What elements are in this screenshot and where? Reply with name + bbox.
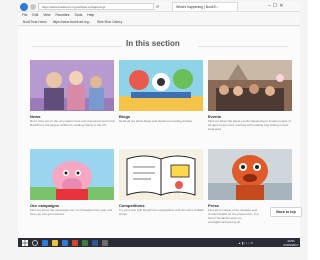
windows-taskbar [18, 238, 300, 247]
events-description: Find out about the latest events happeni… [208, 119, 291, 131]
back-button[interactable] [20, 3, 28, 11]
campaigns-description: Find out about the campaigns we run thro… [30, 208, 113, 216]
browser-tab[interactable]: What's happening | BookTr... [172, 2, 238, 11]
menu-favorites[interactable]: Favorites [55, 13, 69, 17]
events-image[interactable] [208, 60, 292, 111]
our-campaigns-image[interactable] [30, 149, 114, 200]
search-icon[interactable] [32, 240, 38, 246]
screen: https://www.booktrust.org.uk/what-s-happ… [0, 0, 308, 260]
divider [198, 46, 288, 47]
forward-button[interactable] [30, 4, 36, 10]
menu-bar: File Edit View Favorites Tools Help [18, 12, 300, 19]
favorite-link[interactable]: https://www.booktrust.org... [53, 20, 91, 24]
address-bar[interactable]: https://www.booktrust.org.uk/what-s-happ… [38, 3, 154, 10]
menu-file[interactable]: File [22, 13, 27, 17]
windows-start-icon[interactable] [22, 240, 28, 246]
press-description: Find all our latest press releases and c… [208, 208, 259, 224]
divider [32, 46, 122, 47]
internet-explorer-icon[interactable] [62, 240, 68, 246]
system-tray[interactable]: ▲ ◧ ◖ ♪ ✉ [238, 239, 253, 247]
press-image[interactable] [208, 149, 292, 200]
app-icon[interactable] [102, 240, 108, 246]
web-page: In this section News Don't miss out on t… [18, 27, 302, 238]
news-description: Don't miss out on the very latest news a… [30, 119, 116, 127]
favorite-link[interactable]: Web Slice Gallery [97, 20, 122, 24]
blogs-description: Read all our latest blogs and check out … [119, 119, 193, 123]
taskbar-clock[interactable]: 10:51 04/05/2017 [282, 239, 300, 247]
menu-help[interactable]: Help [87, 13, 94, 17]
menu-tools[interactable]: Tools [74, 13, 82, 17]
back-to-top-button[interactable]: Back to top [270, 207, 302, 217]
file-explorer-icon[interactable] [52, 240, 58, 246]
news-image[interactable] [30, 60, 114, 111]
competitions-description: Try your luck with BookTrust competition… [119, 208, 204, 216]
window-controls[interactable]: –☐✕ [268, 2, 285, 10]
clock-date: 04/05/2017 [283, 243, 299, 247]
excel-icon[interactable] [82, 240, 88, 246]
favorites-bar: BookTrust Home https://www.booktrust.org… [18, 19, 300, 26]
word-icon[interactable] [92, 240, 98, 246]
edge-icon[interactable] [42, 240, 48, 246]
refresh-icon[interactable]: ⟳ [156, 3, 159, 10]
menu-edit[interactable]: Edit [32, 13, 38, 17]
section-heading: In this section [126, 39, 180, 48]
menu-view[interactable]: View [43, 13, 50, 17]
office-icon[interactable] [72, 240, 78, 246]
competitions-image[interactable] [119, 149, 203, 200]
blogs-image[interactable] [119, 60, 203, 111]
favorite-link[interactable]: BookTrust Home [23, 20, 47, 24]
